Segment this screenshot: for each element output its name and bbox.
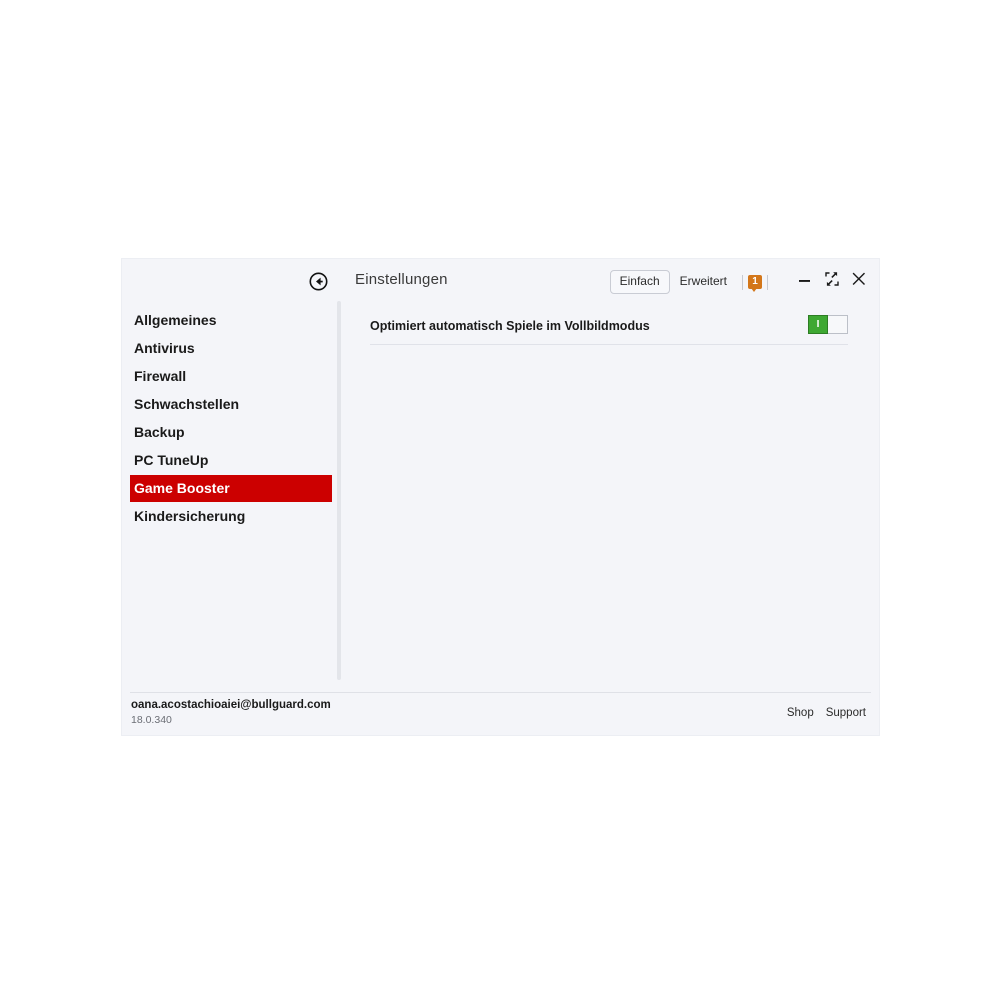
window-titlebar: Einstellungen Einfach Erweitert 1 (122, 259, 879, 303)
restore-down-icon[interactable] (824, 271, 840, 287)
header-separator-right (767, 274, 768, 290)
fullscreen-optimize-toggle[interactable]: I (808, 315, 848, 334)
sidebar-item-backup[interactable]: Backup (130, 419, 332, 446)
back-arrow-icon[interactable] (309, 272, 328, 291)
notification-badge[interactable]: 1 (748, 275, 762, 292)
settings-content-pane: Optimiert automatisch Spiele im Vollbild… (342, 303, 879, 691)
sidebar-item-pc-tuneup[interactable]: PC TuneUp (130, 447, 332, 474)
mode-button-advanced[interactable]: Erweitert (670, 270, 737, 294)
close-icon[interactable] (851, 271, 867, 287)
toggle-on-segment: I (808, 315, 828, 334)
sidebar-item-game-booster[interactable]: Game Booster (130, 475, 332, 502)
window-controls (797, 271, 867, 287)
sidebar-item-antivirus[interactable]: Antivirus (130, 335, 332, 362)
header-separator-left (742, 274, 743, 290)
support-link[interactable]: Support (826, 707, 866, 719)
sidebar-item-allgemeines[interactable]: Allgemeines (130, 307, 332, 334)
footer-links: Shop Support (787, 707, 866, 719)
sidebar-item-schwachstellen[interactable]: Schwachstellen (130, 391, 332, 418)
sidebar-item-kindersicherung[interactable]: Kindersicherung (130, 503, 332, 530)
screenshot-canvas: Einstellungen Einfach Erweitert 1 Allgem… (0, 0, 1000, 1000)
toggle-knob (828, 315, 848, 334)
bullguard-settings-window: Einstellungen Einfach Erweitert 1 Allgem… (122, 259, 879, 735)
view-mode-switch: Einfach Erweitert 1 (609, 270, 773, 294)
window-footer: oana.acostachioaiei@bullguard.com 18.0.3… (122, 693, 879, 735)
account-email: oana.acostachioaiei@bullguard.com (131, 699, 331, 711)
shop-link[interactable]: Shop (787, 707, 814, 719)
sidebar-content-divider[interactable] (337, 301, 341, 680)
mode-button-simple[interactable]: Einfach (609, 270, 670, 294)
page-title: Einstellungen (355, 271, 448, 288)
setting-row-fullscreen-optimize: Optimiert automatisch Spiele im Vollbild… (370, 312, 848, 353)
settings-sidebar: Allgemeines Antivirus Firewall Schwachst… (122, 303, 338, 691)
setting-row-divider (370, 344, 848, 345)
sidebar-item-firewall[interactable]: Firewall (130, 363, 332, 390)
setting-label: Optimiert automatisch Spiele im Vollbild… (370, 319, 650, 333)
version-label: 18.0.340 (131, 714, 172, 726)
minimize-icon[interactable] (797, 271, 813, 287)
